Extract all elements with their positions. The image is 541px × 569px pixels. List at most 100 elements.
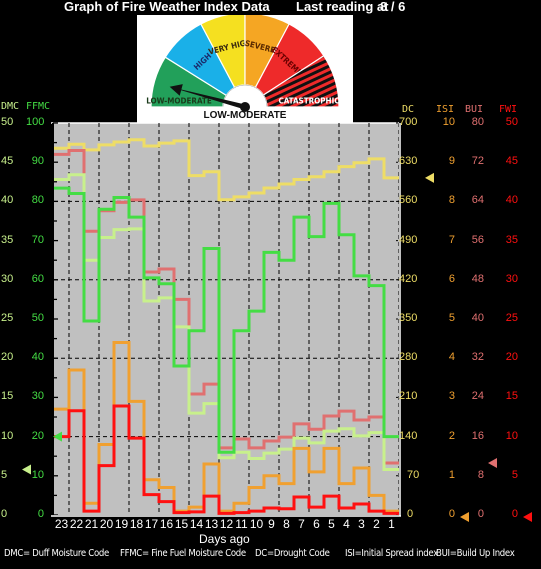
axis-header-bui: BUI (465, 104, 484, 115)
tick-label-dmc: 45 (1, 155, 14, 168)
axis-header-isi: ISI (436, 104, 455, 115)
tick-label-isi: 2 (448, 429, 455, 442)
tick-label-fwi: 25 (505, 312, 518, 324)
tick-label-bui: 56 (471, 233, 484, 246)
x-tick-label: 12 (219, 517, 234, 531)
tick-label-ffmc: 60 (31, 272, 44, 285)
x-tick-label: 23 (54, 517, 69, 531)
x-tick-label: 9 (268, 517, 275, 531)
legend-text: FFMC= Fine Fuel Moisture Code (120, 548, 246, 559)
tick-label-isi: 8 (448, 194, 455, 207)
current-marker-bui (488, 458, 497, 469)
fwi-chart (22, 122, 532, 522)
tick-label-bui: 24 (471, 390, 484, 403)
tick-label-bui: 48 (471, 272, 484, 285)
tick-label-dmc: 20 (1, 351, 14, 364)
x-tick-label: 19 (114, 517, 129, 531)
tick-label-dmc: 25 (1, 312, 14, 324)
tick-label-bui: 64 (471, 194, 484, 207)
x-tick-label: 6 (313, 517, 320, 531)
tick-label-fwi: 5 (511, 468, 518, 481)
x-tick-label: 1 (388, 517, 395, 531)
tick-label-dc: 0 (407, 508, 414, 520)
tick-label-isi: 7 (448, 233, 455, 246)
tick-label-dmc: 30 (1, 272, 14, 285)
tick-label-dc: 630 (399, 155, 418, 168)
tick-label-dc: 210 (399, 390, 418, 403)
tick-label-ffmc: 100 (26, 116, 45, 128)
axis-header-fwi: FWI (499, 104, 518, 115)
tick-label-fwi: 45 (505, 155, 518, 168)
tick-label-ffmc: 10 (31, 468, 44, 481)
x-tick-label: 22 (69, 517, 84, 531)
tick-label-bui: 0 (477, 508, 484, 520)
tick-label-dmc: 15 (1, 390, 14, 403)
tick-label-ffmc: 90 (31, 155, 44, 168)
x-tick-label: 16 (159, 517, 174, 531)
tick-label-dmc: 0 (1, 508, 8, 520)
tick-label-bui: 72 (471, 155, 484, 168)
tick-label-bui: 40 (471, 312, 484, 324)
x-tick-label: 17 (144, 517, 159, 531)
tick-label-ffmc: 40 (31, 351, 44, 364)
tick-label-ffmc: 20 (31, 429, 44, 442)
tick-label-dc: 350 (399, 312, 418, 324)
x-tick-label: 11 (235, 517, 248, 531)
tick-label-dc: 560 (399, 194, 418, 207)
x-tick-label: 7 (298, 517, 305, 531)
tick-label-isi: 0 (448, 508, 455, 520)
tick-label-bui: 32 (471, 351, 484, 364)
tick-label-dmc: 10 (1, 429, 14, 442)
tick-label-dc: 140 (399, 429, 418, 442)
tick-label-isi: 1 (448, 468, 455, 481)
x-tick-label: 14 (189, 517, 204, 531)
tick-label-fwi: 20 (505, 351, 518, 364)
tick-label-fwi: 0 (511, 508, 518, 520)
tick-label-bui: 16 (471, 429, 484, 442)
x-tick-label: 4 (343, 517, 350, 531)
tick-label-fwi: 10 (505, 429, 518, 442)
tick-label-isi: 4 (448, 351, 455, 364)
tick-label-isi: 6 (448, 272, 455, 285)
tick-label-ffmc: 50 (31, 312, 44, 324)
current-marker-fwi (523, 512, 532, 522)
tick-label-dc: 70 (407, 468, 420, 481)
tick-label-dc: 280 (399, 351, 418, 364)
tick-label-ffmc: 30 (31, 390, 44, 403)
tick-label-dmc: 40 (1, 194, 14, 207)
tick-label-isi: 3 (448, 390, 455, 403)
x-tick-label: 2 (373, 517, 380, 531)
x-tick-label: 20 (99, 517, 114, 531)
plot-area (53, 123, 399, 515)
legend-text: BUI=Build Up Index (436, 548, 515, 559)
tick-label-dc: 700 (399, 116, 418, 128)
tick-label-fwi: 15 (505, 390, 518, 403)
x-tick-label: 13 (204, 517, 219, 531)
tick-label-fwi: 40 (505, 194, 518, 207)
tick-label-fwi: 35 (505, 233, 518, 246)
tick-label-bui: 80 (471, 116, 484, 128)
tick-label-isi: 10 (442, 116, 455, 128)
tick-label-ffmc: 0 (37, 508, 44, 520)
legend-text: DMC= Duff Moisture Code (4, 548, 109, 559)
tick-label-isi: 5 (448, 312, 455, 324)
x-tick-label: 21 (84, 517, 99, 531)
x-tick-label: 18 (129, 517, 144, 531)
x-tick-label: 5 (328, 517, 335, 531)
tick-label-bui: 8 (477, 468, 484, 481)
axis-header-ffmc: FFMC (26, 101, 51, 112)
legend-text: ISI=Initial Spread index (345, 548, 438, 559)
tick-label-dc: 490 (399, 233, 418, 246)
x-axis-label: Days ago (199, 532, 250, 546)
tick-label-ffmc: 70 (31, 233, 44, 246)
legend-text: DC=Drought Code (255, 548, 330, 559)
tick-label-ffmc: 80 (31, 194, 44, 207)
tick-label-dmc: 35 (1, 233, 14, 246)
tick-label-fwi: 50 (505, 116, 518, 128)
x-tick-label: 15 (174, 517, 189, 531)
tick-label-dmc: 50 (1, 116, 14, 128)
tick-label-fwi: 30 (505, 272, 518, 285)
x-tick-label: 3 (358, 517, 365, 531)
axis-header-dc: DC (402, 104, 415, 115)
tick-label-dmc: 5 (1, 468, 8, 481)
